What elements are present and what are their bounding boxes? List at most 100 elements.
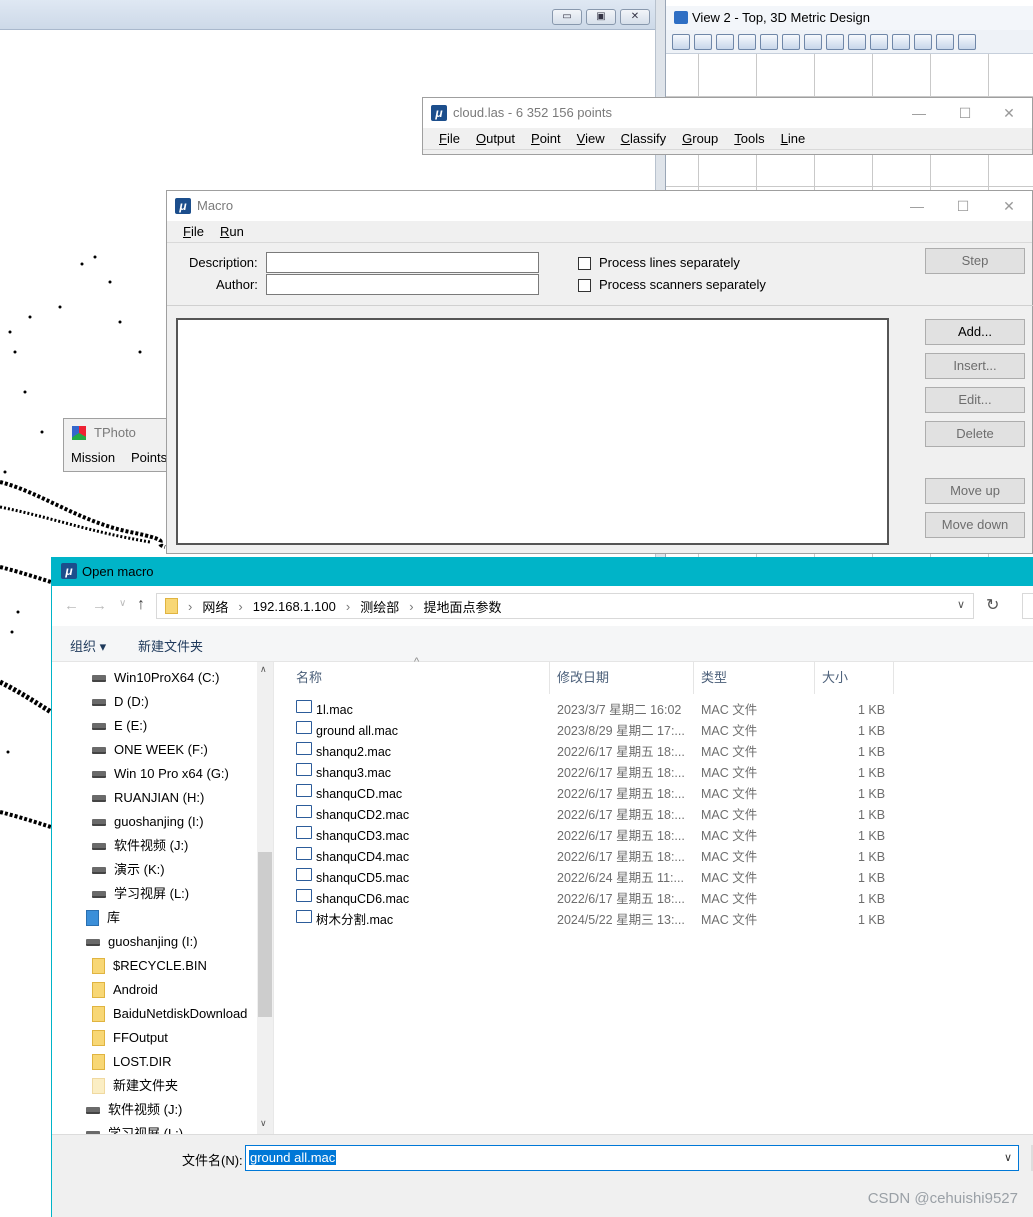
walk-icon[interactable] [892, 33, 910, 50]
up-arrow-icon[interactable]: ↑ [137, 596, 145, 614]
nav-item[interactable]: $RECYCLE.BIN [92, 954, 207, 978]
column-header-type[interactable]: 类型 [695, 662, 815, 694]
file-row[interactable]: shanqu2.mac 2022/6/17 星期五 18:... MAC 文件 1 K… [274, 742, 894, 763]
pan-hand-icon[interactable] [870, 33, 888, 50]
nav-item[interactable]: 学习视屏 (L:) [92, 882, 189, 906]
filename-input[interactable]: ground all.mac ∨ [245, 1145, 1019, 1171]
menu-classify[interactable]: Classify [613, 128, 675, 149]
zoom-area-icon[interactable] [804, 33, 822, 50]
minimize-button[interactable]: — [896, 98, 942, 128]
nav-item[interactable]: 软件视频 (J:) [86, 1098, 182, 1122]
menu-view[interactable]: View [569, 128, 613, 149]
file-row[interactable]: shanquCD2.mac 2022/6/17 星期五 18:... MAC 文件 1… [274, 805, 894, 826]
close-button[interactable]: ✕ [986, 191, 1032, 221]
brush-icon[interactable] [738, 33, 756, 50]
move-down-button[interactable]: Move down [925, 512, 1025, 538]
column-header-size[interactable]: 大小 [816, 662, 894, 694]
menu-group[interactable]: Group [674, 128, 726, 149]
rotate-view-icon[interactable] [848, 33, 866, 50]
nav-item[interactable]: 库 [86, 906, 120, 930]
file-row[interactable]: shanquCD6.mac 2022/6/17 星期五 18:... MAC 文件 1… [274, 889, 894, 910]
scroll-up-icon[interactable]: ∧ [260, 664, 267, 675]
window-icon[interactable] [958, 33, 976, 50]
nav-item[interactable]: Win 10 Pro x64 (G:) [92, 762, 229, 786]
menu-point[interactable]: Point [523, 128, 569, 149]
file-row[interactable]: shanquCD.mac 2022/6/17 星期五 18:... MAC 文件 1 … [274, 784, 894, 805]
insert-button[interactable]: Insert... [925, 353, 1025, 379]
column-header-date[interactable]: 修改日期 [551, 662, 694, 694]
back-arrow-icon[interactable]: ← [64, 597, 79, 614]
file-row[interactable]: 1l.mac 2023/3/7 星期二 16:02 MAC 文件 1 KB [274, 700, 894, 721]
menu-file[interactable]: File [431, 128, 468, 149]
step-button[interactable]: Step [925, 248, 1025, 274]
refresh-icon[interactable]: ↻ [986, 595, 999, 615]
close-button[interactable]: ✕ [620, 9, 650, 25]
file-row[interactable]: shanquCD3.mac 2022/6/17 星期五 18:... MAC 文件 1… [274, 826, 894, 847]
nav-item[interactable]: guoshanjing (I:) [92, 810, 204, 834]
file-row[interactable]: shanquCD4.mac 2022/6/17 星期五 18:... MAC 文件 1… [274, 847, 894, 868]
nav-item[interactable]: Android [92, 978, 158, 1002]
minimize-button[interactable]: ▭ [552, 9, 582, 25]
breadcrumb[interactable]: › 网络 › 192.168.1.100 › 测绘部 › 提地面点参数 ∨ [156, 593, 974, 619]
search-box[interactable] [1022, 593, 1033, 619]
nav-item[interactable]: LOST.DIR [92, 1050, 172, 1074]
breadcrumb-item[interactable]: 提地面点参数 [424, 597, 502, 616]
nav-item[interactable]: FFOutput [92, 1026, 168, 1050]
nav-item[interactable]: 学习视屏 (L:) [86, 1122, 183, 1134]
nav-item[interactable]: 新建文件夹 [92, 1074, 178, 1098]
fit-view-icon[interactable] [826, 33, 844, 50]
nav-item[interactable]: E (E:) [92, 714, 147, 738]
close-button[interactable]: ✕ [986, 98, 1032, 128]
zoom-out-icon[interactable] [782, 33, 800, 50]
history-chevron-icon[interactable]: ∨ [119, 598, 126, 609]
file-row[interactable]: ground all.mac 2023/8/29 星期二 17:... MAC 文件… [274, 721, 894, 742]
nav-item[interactable]: Win10ProX64 (C:) [92, 666, 219, 690]
scroll-down-icon[interactable]: ∨ [260, 1118, 267, 1129]
menu-file[interactable]: File [175, 221, 212, 242]
move-up-button[interactable]: Move up [925, 478, 1025, 504]
display-mode-icon[interactable] [694, 33, 712, 50]
view-rotate-icon[interactable] [672, 33, 690, 50]
breadcrumb-item[interactable]: 测绘部 [360, 597, 399, 616]
nav-item[interactable]: 软件视频 (J:) [92, 834, 188, 858]
nav-item[interactable]: D (D:) [92, 690, 149, 714]
menu-line[interactable]: Line [773, 128, 814, 149]
process-lines-checkbox[interactable] [578, 257, 591, 270]
maximize-button[interactable]: ☐ [940, 191, 986, 221]
column-header-name[interactable]: 名称 [290, 662, 550, 694]
maximize-button[interactable]: ▣ [586, 9, 616, 25]
nav-item[interactable]: guoshanjing (I:) [86, 930, 198, 954]
chevron-down-icon[interactable]: ∨ [1004, 1151, 1012, 1164]
description-field[interactable] [266, 252, 539, 273]
breadcrumb-item[interactable]: 192.168.1.100 [253, 599, 336, 614]
process-scanners-checkbox[interactable] [578, 279, 591, 292]
copy-view-icon[interactable] [936, 33, 954, 50]
scrollbar-thumb[interactable] [258, 852, 272, 1017]
macro-steps-list[interactable] [176, 318, 889, 545]
menu-tools[interactable]: Tools [726, 128, 772, 149]
edit-button[interactable]: Edit... [925, 387, 1025, 413]
tphoto-menu-mission[interactable]: Mission [71, 450, 115, 465]
nav-item[interactable]: 演示 (K:) [92, 858, 165, 882]
sun-icon[interactable] [716, 33, 734, 50]
maximize-button[interactable]: ☐ [942, 98, 988, 128]
delete-button[interactable]: Delete [925, 421, 1025, 447]
chevron-down-icon[interactable]: ∨ [957, 598, 965, 611]
menu-output[interactable]: Output [468, 128, 523, 149]
file-row[interactable]: 树木分割.mac 2024/5/22 星期三 13:... MAC 文件 1 KB [274, 910, 894, 931]
eraser-icon[interactable] [914, 33, 932, 50]
navigation-scrollbar[interactable]: ∧ ∨ [257, 662, 273, 1134]
nav-item[interactable]: RUANJIAN (H:) [92, 786, 204, 810]
new-folder-button[interactable]: 新建文件夹 [138, 636, 203, 655]
nav-item[interactable]: BaiduNetdiskDownload [92, 1002, 247, 1026]
nav-item[interactable]: ONE WEEK (F:) [92, 738, 208, 762]
tphoto-menu-points[interactable]: Points [131, 450, 167, 465]
add-button[interactable]: Add... [925, 319, 1025, 345]
forward-arrow-icon[interactable]: → [92, 597, 107, 614]
menu-run[interactable]: Run [212, 221, 252, 242]
author-field[interactable] [266, 274, 539, 295]
organize-button[interactable]: 组织 ▾ [70, 636, 106, 655]
file-row[interactable]: shanqu3.mac 2022/6/17 星期五 18:... MAC 文件 1 K… [274, 763, 894, 784]
file-row[interactable]: shanquCD5.mac 2022/6/24 星期五 11:... MAC 文件 1… [274, 868, 894, 889]
breadcrumb-item[interactable]: 网络 [202, 597, 228, 616]
